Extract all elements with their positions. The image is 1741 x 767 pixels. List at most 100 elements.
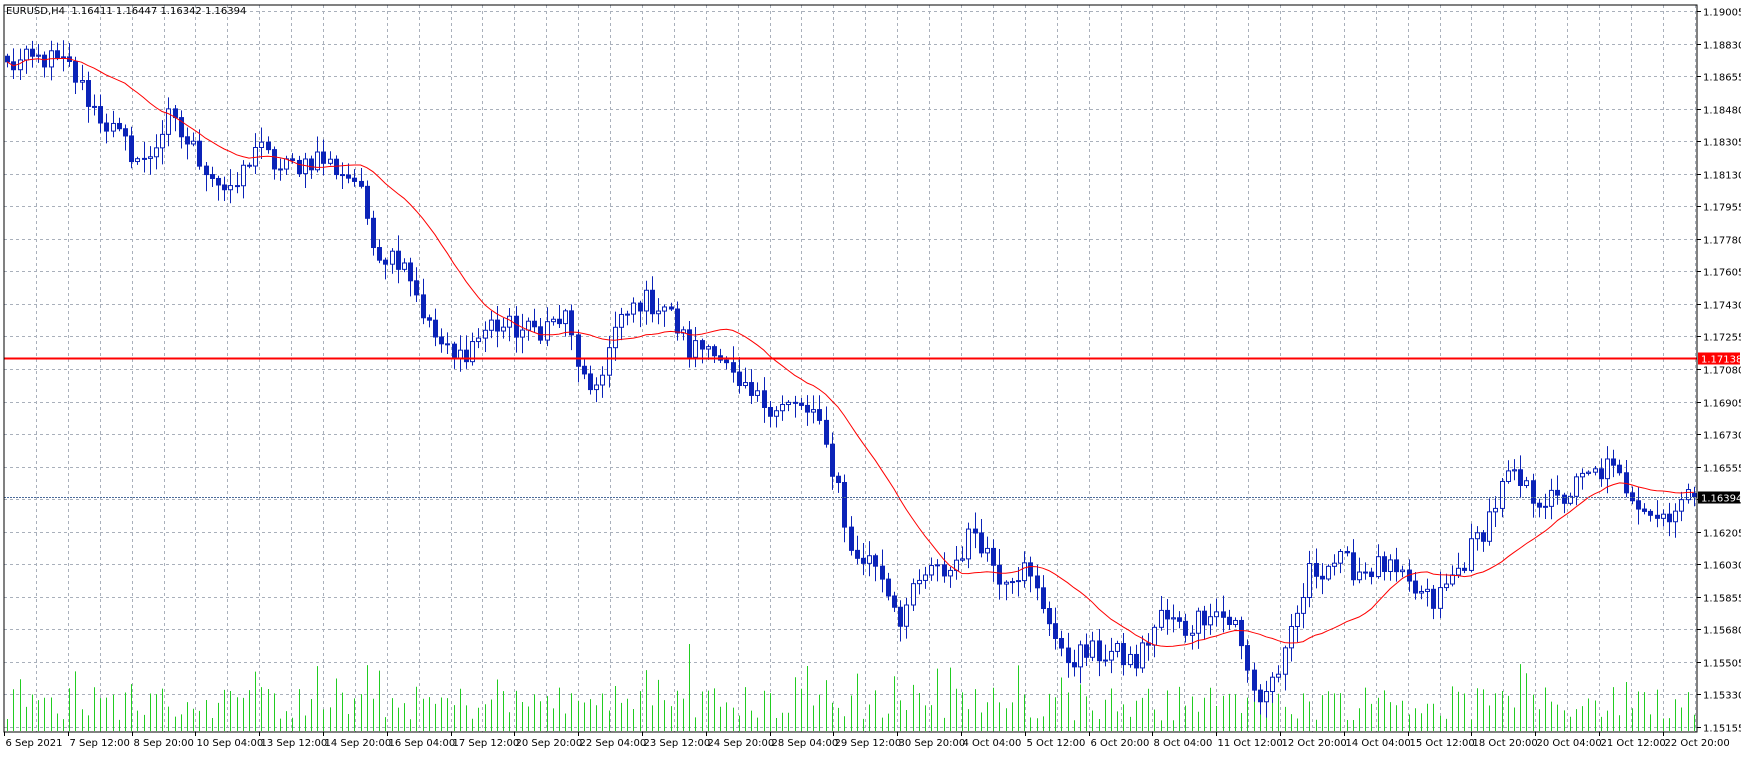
- candle-body: [1450, 574, 1455, 585]
- time-tick-label: 10 Sep 04:00: [197, 738, 264, 749]
- candle-body: [1425, 588, 1430, 592]
- candle-body: [421, 294, 426, 319]
- candle-body: [1208, 616, 1213, 626]
- candle-body: [1233, 619, 1238, 625]
- candle-body: [743, 382, 748, 387]
- candle-body: [1035, 575, 1040, 589]
- candle-body: [36, 54, 41, 57]
- candle-body: [1301, 597, 1306, 614]
- candle-body: [948, 569, 953, 577]
- candle-body: [1655, 514, 1660, 519]
- candle-body: [328, 158, 333, 164]
- symbol-timeframe-label: EURUSD,H4: [6, 6, 66, 17]
- candle-body: [489, 319, 494, 331]
- candle-body: [1202, 610, 1207, 626]
- candle-body: [210, 174, 215, 179]
- candle-body: [1128, 653, 1133, 666]
- candle-body: [1469, 538, 1474, 571]
- chart-area[interactable]: 1.19005 1.18830 1.18655 1.18480 1.18305 1.181…: [0, 0, 1741, 763]
- candlestick-chart[interactable]: 1.19005 1.18830 1.18655 1.18480 1.18305 1.181…: [0, 0, 1741, 763]
- candle-body: [923, 574, 928, 581]
- candle-body: [1028, 562, 1033, 577]
- price-tick-label: 1.15680: [1703, 626, 1741, 637]
- candle-body: [1258, 689, 1263, 703]
- candle-body: [476, 337, 481, 343]
- candle-body: [1394, 559, 1399, 573]
- candle-body: [737, 371, 742, 387]
- candle-body: [191, 140, 196, 145]
- candle-body: [1078, 644, 1083, 668]
- candle-body: [1134, 653, 1139, 669]
- candle-body: [1679, 499, 1684, 512]
- candle-body: [86, 80, 91, 107]
- candle-body: [886, 578, 891, 597]
- candle-body: [675, 308, 680, 334]
- candle-body: [1580, 472, 1585, 478]
- candle-body: [631, 302, 636, 315]
- candle-body: [1245, 645, 1250, 671]
- candle-body: [867, 555, 872, 564]
- candle-body: [340, 174, 345, 177]
- candle-body: [222, 184, 227, 191]
- price-tick-label: 1.15330: [1703, 691, 1741, 702]
- candle-body: [1357, 571, 1362, 581]
- candle-body: [600, 374, 605, 386]
- candle-body: [1022, 562, 1027, 582]
- candle-body: [1345, 550, 1350, 554]
- price-tick-label: 1.17605: [1703, 268, 1741, 279]
- bid-price-tag: 1.16394: [1698, 491, 1741, 505]
- candle-body: [662, 306, 667, 312]
- candle-body: [1109, 650, 1114, 661]
- level-price-tag-text: 1.17138: [1701, 355, 1741, 366]
- candle-body: [960, 558, 965, 561]
- candle-body: [408, 262, 413, 282]
- candle-body: [228, 185, 233, 191]
- time-tick-label: 13 Sep 12:00: [261, 738, 328, 749]
- candle-body: [880, 565, 885, 580]
- candle-body: [563, 310, 568, 325]
- candle-body: [61, 56, 66, 59]
- candle-body: [1270, 676, 1275, 693]
- candle-body: [892, 595, 897, 608]
- time-tick-label: 6 Oct 20:00: [1091, 738, 1150, 749]
- candle-body: [1239, 619, 1244, 647]
- candle-body: [414, 280, 419, 296]
- candle-body: [235, 185, 240, 188]
- candle-body: [1326, 565, 1331, 580]
- candle-body: [793, 401, 798, 404]
- candle-body: [619, 313, 624, 328]
- candle-body: [507, 315, 512, 328]
- price-tick-label: 1.16905: [1703, 399, 1741, 410]
- candle-body: [73, 60, 78, 83]
- candle-body: [799, 402, 804, 406]
- candle-body: [582, 365, 587, 375]
- price-tick-label: 1.17780: [1703, 236, 1741, 247]
- candle-body: [538, 326, 543, 341]
- candle-body: [1276, 673, 1281, 678]
- candle-body: [1103, 659, 1108, 662]
- candle-body: [321, 151, 326, 164]
- candle-body: [1283, 647, 1288, 675]
- candle-body: [625, 313, 630, 316]
- candle-body: [1264, 691, 1269, 703]
- candle-body: [148, 156, 153, 159]
- candle-body: [352, 177, 357, 182]
- candle-body: [439, 336, 444, 345]
- candle-body: [1500, 480, 1505, 509]
- time-tick-label: 20 Sep 20:00: [516, 738, 583, 749]
- candle-body: [1475, 532, 1480, 540]
- candle-body: [1227, 616, 1232, 625]
- candle-body: [1506, 470, 1511, 482]
- candle-body: [1518, 469, 1523, 486]
- candle-body: [117, 122, 122, 130]
- price-tick-label: 1.18130: [1703, 171, 1741, 182]
- candle-body: [1661, 513, 1666, 519]
- candle-body: [1332, 562, 1337, 567]
- candle-body: [1574, 476, 1579, 497]
- candle-body: [942, 564, 947, 577]
- candle-body: [1444, 583, 1449, 589]
- candle-body: [1555, 489, 1560, 496]
- candle-body: [1053, 623, 1058, 639]
- candle-body: [780, 404, 785, 412]
- time-tick-label: 30 Sep 20:00: [899, 738, 966, 749]
